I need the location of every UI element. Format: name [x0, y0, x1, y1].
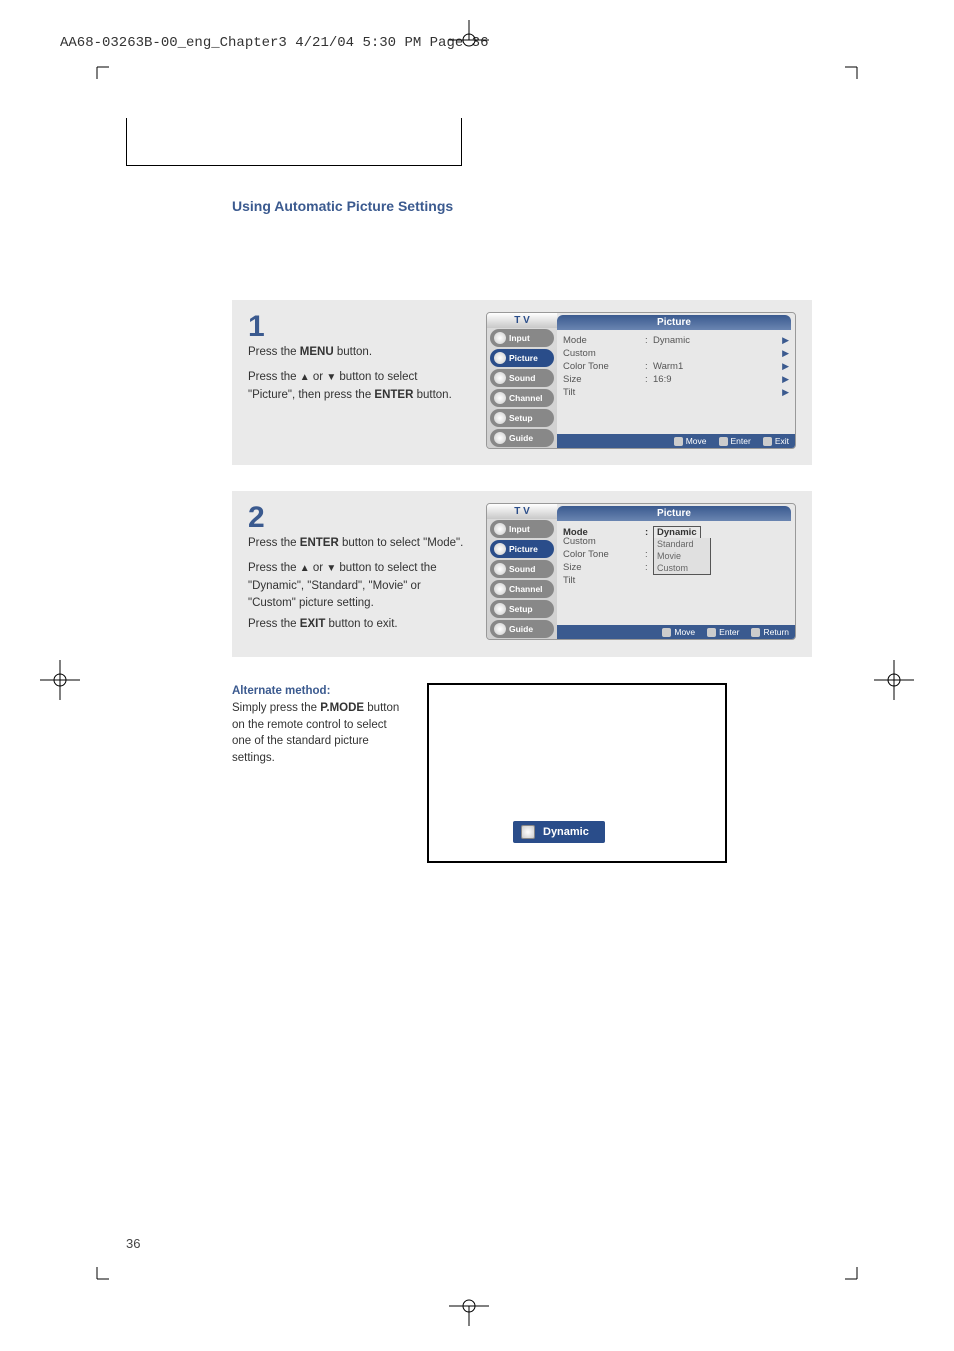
osd-nav-guide: Guide [490, 620, 554, 638]
osd-nav-picture: Picture [490, 349, 554, 367]
move-icon [662, 628, 671, 637]
picture-icon [494, 352, 506, 364]
registration-mark-left [40, 660, 80, 705]
step-description: Press the ENTER button to select "Mode".… [248, 535, 466, 633]
page-title: Using Automatic Picture Settings [232, 198, 453, 214]
crop-corner-tr [845, 55, 869, 84]
picture-icon [494, 543, 506, 555]
sound-icon [494, 372, 506, 384]
osd-footer: Move Enter Exit [557, 434, 795, 448]
enter-icon [719, 437, 728, 446]
dropdown-option: Custom [654, 562, 710, 574]
exit-icon [763, 437, 772, 446]
step-2: 2 Press the ENTER button to select "Mode… [232, 491, 812, 657]
sound-icon [494, 563, 506, 575]
osd-nav-picture: Picture [490, 540, 554, 558]
step-description: Press the MENU button. Press the ▲ or ▼ … [248, 344, 466, 404]
file-header-line: AA68-03263B-00_eng_Chapter3 4/21/04 5:30… [60, 35, 488, 51]
tv-preview-box: Dynamic [427, 683, 727, 863]
mode-dropdown: Standard Movie Custom [653, 538, 711, 575]
osd-panel-1: T V Input Picture Sound Channel Setup Gu… [486, 312, 796, 449]
osd-nav-sound: Sound [490, 560, 554, 578]
step-number: 2 [248, 503, 466, 533]
osd-nav-channel: Channel [490, 389, 554, 407]
step-number: 1 [248, 312, 466, 342]
crop-corner-br [845, 1267, 869, 1296]
picture-mode-icon [521, 825, 535, 839]
page-number: 36 [126, 1236, 140, 1251]
osd-nav-input: Input [490, 329, 554, 347]
osd-nav-setup: Setup [490, 600, 554, 618]
registration-mark-top [449, 20, 489, 55]
osd-tv-label: T V [487, 504, 557, 519]
osd-footer: Move Enter Return [557, 625, 795, 639]
right-arrow-icon: ▶ [782, 374, 789, 385]
guide-icon [494, 623, 506, 635]
setup-icon [494, 603, 506, 615]
up-arrow-icon: ▲ [300, 370, 310, 385]
toast-label: Dynamic [543, 826, 589, 838]
alternate-text: Alternate method: Simply press the P.MOD… [232, 683, 407, 766]
return-icon [751, 628, 760, 637]
alternate-method-block: Alternate method: Simply press the P.MOD… [232, 683, 812, 863]
channel-icon [494, 392, 506, 404]
down-arrow-icon: ▼ [326, 561, 336, 576]
crop-corner-bl [85, 1267, 109, 1296]
toast-popup: Dynamic [513, 821, 605, 843]
osd-nav-setup: Setup [490, 409, 554, 427]
osd-nav-channel: Channel [490, 580, 554, 598]
step-1: 1 Press the MENU button. Press the ▲ or … [232, 300, 812, 465]
enter-icon [707, 628, 716, 637]
setup-icon [494, 412, 506, 424]
input-icon [494, 332, 506, 344]
osd-panel-2: T V Input Picture Sound Channel Setup Gu… [486, 503, 796, 640]
right-arrow-icon: ▶ [782, 387, 789, 398]
dropdown-option: Movie [654, 550, 710, 562]
osd-nav-input: Input [490, 520, 554, 538]
osd-tv-label: T V [487, 313, 557, 328]
header-box [126, 118, 462, 166]
registration-mark-bottom [449, 1296, 489, 1331]
right-arrow-icon: ▶ [782, 348, 789, 359]
osd-body: Mode:Dynamic▶ Custom▶ Color Tone:Warm1▶ … [557, 332, 795, 434]
crop-corner-tl [85, 55, 109, 84]
osd-nav-guide: Guide [490, 429, 554, 447]
channel-icon [494, 583, 506, 595]
osd-nav-sound: Sound [490, 369, 554, 387]
osd-title: Picture [557, 506, 791, 521]
right-arrow-icon: ▶ [782, 335, 789, 346]
dropdown-option: Standard [654, 538, 710, 550]
move-icon [674, 437, 683, 446]
up-arrow-icon: ▲ [300, 561, 310, 576]
registration-mark-right [874, 660, 914, 705]
input-icon [494, 523, 506, 535]
down-arrow-icon: ▼ [326, 370, 336, 385]
osd-body: Mode:Dynamic Standard Movie Custom Custo… [557, 523, 795, 625]
guide-icon [494, 432, 506, 444]
osd-title: Picture [557, 315, 791, 330]
right-arrow-icon: ▶ [782, 361, 789, 372]
